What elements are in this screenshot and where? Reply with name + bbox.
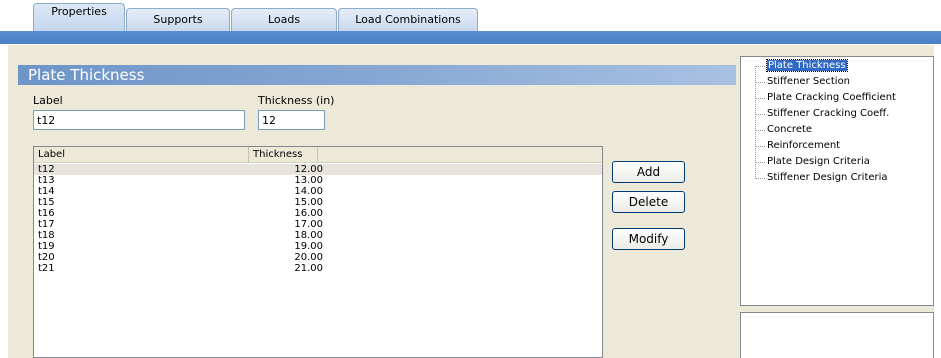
add-button[interactable]: Add bbox=[612, 161, 685, 183]
tab-supports[interactable]: Supports bbox=[126, 8, 230, 31]
list-row[interactable]: t13 13.00 bbox=[34, 175, 602, 186]
row-label: t12 bbox=[38, 164, 55, 175]
tree-item-reinforcement[interactable]: Reinforcement bbox=[767, 139, 840, 153]
tree-item-label: Plate Cracking Coefficient bbox=[767, 92, 896, 103]
row-thickness: 18.00 bbox=[294, 230, 323, 241]
list-row[interactable]: t14 14.00 bbox=[34, 186, 602, 197]
tree-item-stiffener-cracking-coeff[interactable]: Stiffener Cracking Coeff. bbox=[767, 107, 889, 121]
row-label: t20 bbox=[38, 252, 55, 263]
tree-item-label: Plate Design Criteria bbox=[767, 156, 870, 167]
tree-connector bbox=[756, 82, 765, 83]
list-row[interactable]: t19 19.00 bbox=[34, 241, 602, 252]
row-label: t17 bbox=[38, 219, 55, 230]
tab-load-combinations-label: Load Combinations bbox=[355, 13, 461, 26]
tree-connector bbox=[756, 178, 765, 179]
row-thickness: 15.00 bbox=[294, 197, 323, 208]
tree-item-plate-thickness[interactable]: Plate Thickness bbox=[766, 59, 848, 73]
column-header-label[interactable]: Label bbox=[34, 147, 249, 163]
thickness-caption: Thickness (in) bbox=[258, 94, 335, 107]
label-caption: Label bbox=[33, 94, 63, 107]
row-thickness: 20.00 bbox=[294, 252, 323, 263]
thickness-input[interactable] bbox=[258, 110, 325, 130]
list-row[interactable]: t16 16.00 bbox=[34, 208, 602, 219]
tree-connector bbox=[756, 66, 765, 67]
tab-loads[interactable]: Loads bbox=[231, 8, 337, 31]
tree-item-label: Stiffener Section bbox=[767, 76, 851, 87]
tree-connector bbox=[756, 162, 765, 163]
tree-item-stiffener-section[interactable]: Stiffener Section bbox=[767, 75, 850, 89]
tab-bar: Properties Supports Loads Load Combinati… bbox=[0, 0, 941, 31]
tree-connector bbox=[756, 146, 765, 147]
tree-item-label: Reinforcement bbox=[767, 140, 841, 151]
row-thickness: 17.00 bbox=[294, 219, 323, 230]
tree-item-label: Stiffener Design Criteria bbox=[767, 172, 888, 183]
tree-item-plate-design-criteria[interactable]: Plate Design Criteria bbox=[767, 155, 870, 169]
tree-item-plate-cracking-coefficient[interactable]: Plate Cracking Coefficient bbox=[767, 91, 896, 105]
row-label: t14 bbox=[38, 186, 55, 197]
row-label: t16 bbox=[38, 208, 55, 219]
row-thickness: 16.00 bbox=[294, 208, 323, 219]
column-header-thickness[interactable]: Thickness bbox=[249, 147, 318, 163]
properties-tree[interactable]: Plate Thickness Stiffener Section Plate … bbox=[740, 56, 934, 306]
list-row[interactable]: t18 18.00 bbox=[34, 230, 602, 241]
tab-loads-label: Loads bbox=[267, 13, 301, 26]
tree-connector bbox=[756, 130, 765, 131]
tree-item-stiffener-design-criteria[interactable]: Stiffener Design Criteria bbox=[767, 171, 888, 185]
tab-content-border bbox=[0, 31, 941, 44]
list-row[interactable]: t20 20.00 bbox=[34, 252, 602, 263]
tree-item-concrete[interactable]: Concrete bbox=[767, 123, 812, 137]
tab-load-combinations[interactable]: Load Combinations bbox=[338, 8, 478, 31]
row-thickness: 12.00 bbox=[294, 164, 323, 175]
row-label: t13 bbox=[38, 175, 55, 186]
list-header: Label Thickness bbox=[34, 147, 602, 163]
tab-properties-label: Properties bbox=[51, 5, 107, 18]
tree-connector bbox=[756, 114, 765, 115]
tab-properties[interactable]: Properties bbox=[33, 3, 125, 31]
tree-connector bbox=[756, 98, 765, 99]
tree-item-label: Plate Thickness bbox=[766, 59, 848, 72]
list-row[interactable]: t21 21.00 bbox=[34, 263, 602, 274]
modify-button[interactable]: Modify bbox=[612, 228, 685, 250]
tab-supports-label: Supports bbox=[153, 13, 203, 26]
delete-button[interactable]: Delete bbox=[612, 191, 685, 213]
section-header: Plate Thickness bbox=[18, 65, 736, 85]
list-row[interactable]: t15 15.00 bbox=[34, 197, 602, 208]
row-thickness: 19.00 bbox=[294, 241, 323, 252]
list-row[interactable]: t12 12.00 bbox=[34, 164, 602, 175]
row-label: t15 bbox=[38, 197, 55, 208]
tree-item-label: Stiffener Cracking Coeff. bbox=[767, 108, 890, 119]
row-label: t21 bbox=[38, 263, 55, 274]
row-thickness: 13.00 bbox=[294, 175, 323, 186]
tree-item-label: Concrete bbox=[767, 124, 813, 135]
preview-panel bbox=[740, 312, 934, 358]
row-label: t19 bbox=[38, 241, 55, 252]
list-rows: t12 12.00 t13 13.00 t14 14.00 t15 15.00 … bbox=[34, 164, 602, 274]
row-label: t18 bbox=[38, 230, 55, 241]
row-thickness: 14.00 bbox=[294, 186, 323, 197]
list-row[interactable]: t17 17.00 bbox=[34, 219, 602, 230]
row-thickness: 21.00 bbox=[294, 263, 323, 274]
label-input[interactable] bbox=[33, 110, 245, 130]
thickness-list[interactable]: Label Thickness t12 12.00 t13 13.00 t14 … bbox=[33, 146, 603, 358]
